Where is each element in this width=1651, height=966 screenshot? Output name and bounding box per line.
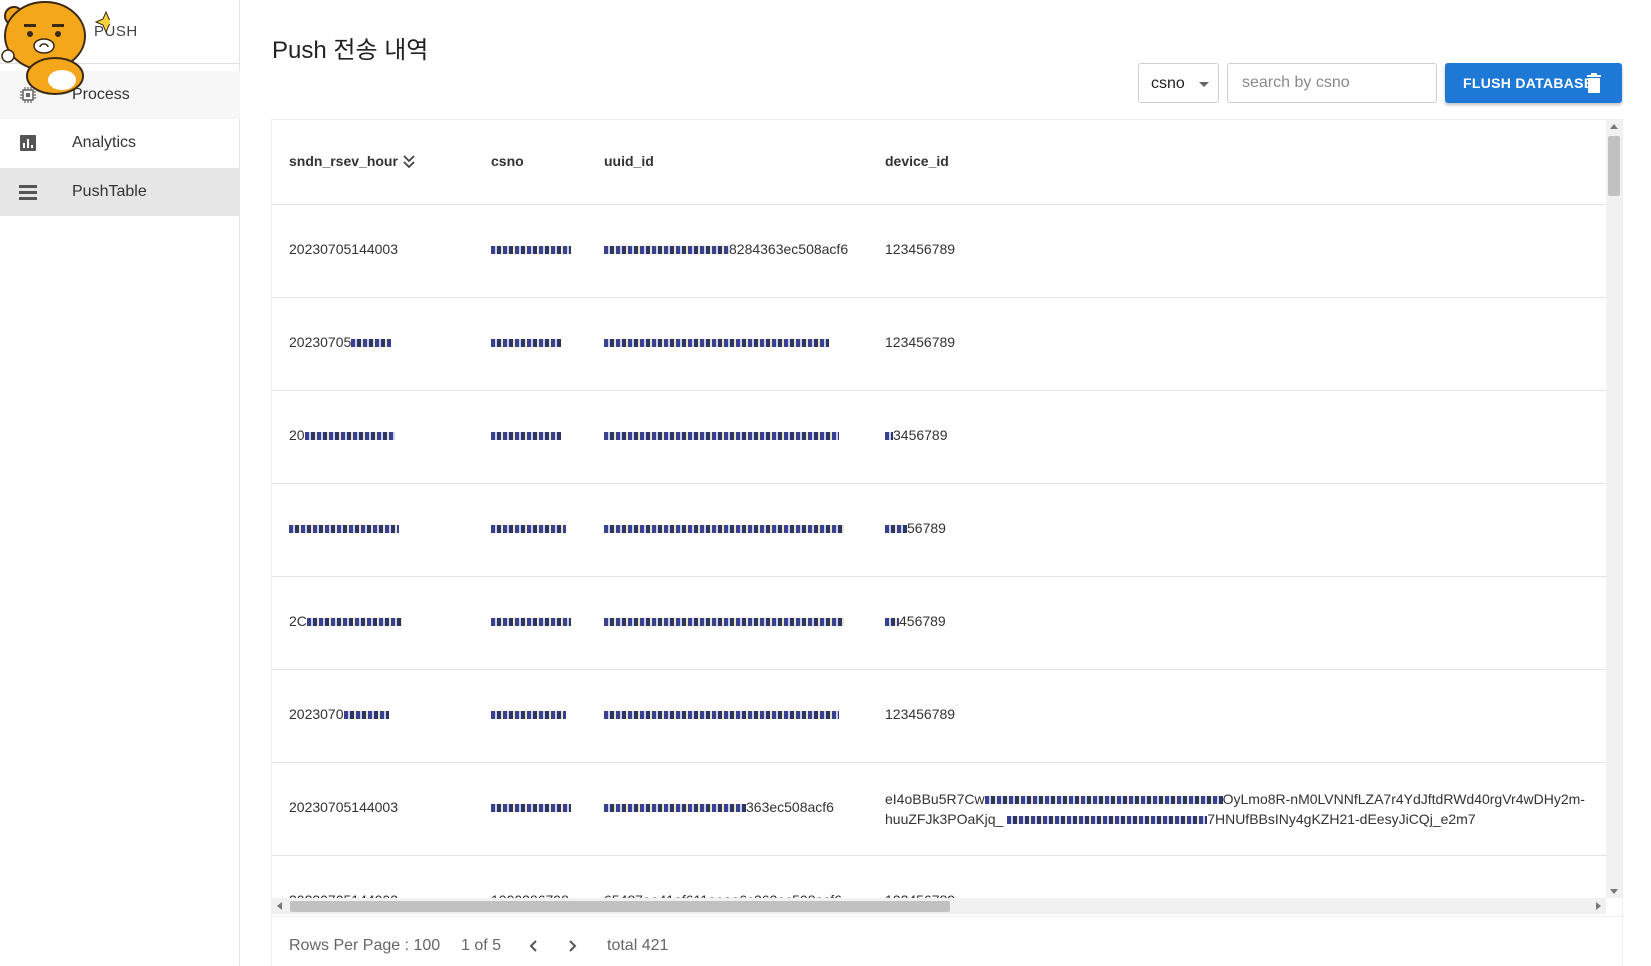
scroll-left-icon[interactable] [277,902,282,910]
cell-uuid [604,334,829,350]
table-row[interactable]: 20230705144003 363ec508acf6 eI4oBBu5R7Cw… [272,763,1606,856]
redacted-block [604,711,839,720]
cell-hour: 20 [289,427,395,443]
cell-device-id: 56789 [885,520,946,536]
redacted-block [885,432,893,441]
cell-uuid: 363ec508acf6 [604,799,834,815]
cell-hour: 20230705 [289,334,392,350]
rows-per-page[interactable]: Rows Per Page : 100 [289,937,440,955]
cell-csno [491,706,566,722]
cell-csno [491,241,571,257]
redacted-block [491,804,571,813]
table-row[interactable]: 56789 [272,484,1606,577]
redacted-block [351,339,392,348]
redacted-block [604,618,844,627]
redacted-block [491,432,561,441]
pagination: Rows Per Page : 100 1 of 5 total 421 [272,916,1622,966]
flush-database-button[interactable]: FLUSH DATABASE [1445,63,1622,103]
list-icon [19,185,37,200]
redacted-block [304,432,395,441]
cell-csno [491,799,571,815]
cell-csno [491,613,571,629]
select-value: csno [1151,75,1185,92]
cell-hour: 20230705144003 [289,241,399,257]
sort-descending-icon[interactable] [402,153,416,169]
sidebar-item-pushtable[interactable]: PushTable [0,168,240,216]
chevron-left-icon [529,940,537,952]
search-field-select[interactable]: csno [1138,63,1219,103]
redacted-block [491,711,566,720]
cell-csno [491,520,566,536]
dropdown-caret-icon [1199,82,1209,87]
cell-device-id: 123456789 [885,706,956,722]
cell-device-id: 123456789 [885,241,956,257]
cell-hour: 2C [289,613,402,629]
cell-hour [289,520,399,536]
cell-csno [491,334,561,350]
chevron-right-icon [569,940,577,952]
sidebar-item-analytics[interactable]: Analytics [0,119,240,167]
page-title: Push 전송 내역 [272,37,429,64]
search-input[interactable] [1227,63,1437,103]
next-page-button[interactable] [562,935,582,957]
redacted-block [885,525,907,534]
cell-uuid [604,520,844,536]
column-header-device-id[interactable]: device_id [885,153,949,169]
scroll-up-icon[interactable] [1610,124,1618,129]
cell-device-id: 123456789 [885,334,956,350]
cell-uuid [604,706,839,722]
sidebar-item-label: Analytics [72,134,137,151]
redacted-block [1007,816,1208,825]
prev-page-button[interactable] [524,935,544,957]
column-header-sndn-rsev-hour[interactable]: sndn_rsev_hour [289,153,398,169]
sidebar-item-label: PushTable [72,183,147,200]
push-table: sndn_rsev_hour csno uuid_id device_id 20… [271,119,1623,966]
redacted-block [604,525,844,534]
total-count: total 421 [607,937,669,954]
vertical-scrollbar[interactable] [1606,120,1622,898]
table-row[interactable]: 2C 456789 [272,577,1606,670]
cell-uuid [604,427,839,443]
cell-uuid: 8284363ec508acf6 [604,241,848,257]
redacted-block [491,339,561,348]
redacted-block [984,796,1223,805]
table-row[interactable]: 20230705144003 8284363ec508acf6 12345678… [272,205,1606,298]
sidebar: PUSH Process Analytics PushTable [0,0,240,966]
redacted-block [604,432,839,441]
bar-chart-icon [20,135,36,151]
column-header-uuid-id[interactable]: uuid_id [604,153,654,169]
table-row[interactable]: 2023070 123456789 [272,670,1606,763]
scroll-down-icon[interactable] [1610,889,1618,894]
cell-hour: 2023070 [289,706,389,722]
table-row[interactable]: 20 3456789 [272,391,1606,484]
vertical-scroll-thumb[interactable] [1608,136,1620,196]
table-row[interactable]: 20230705144003 1000386798 65487aa41af611… [272,856,1606,898]
cell-hour: 20230705144003 [289,799,399,815]
cell-device-id: eI4oBBu5R7Cw OyLmo8R-nM0LVNNfLZA7r4YdJftd… [885,791,1585,827]
redacted-block [491,246,571,255]
redacted-block [289,525,399,534]
flush-database-label: FLUSH DATABASE [1463,75,1594,91]
table-header: sndn_rsev_hour csno uuid_id device_id [272,120,1606,205]
redacted-block [343,711,389,720]
horizontal-scroll-thumb[interactable] [290,901,950,912]
redacted-block [604,339,829,348]
scroll-right-icon[interactable] [1596,902,1601,910]
redacted-block [885,618,899,627]
redacted-block [306,618,402,627]
table-row[interactable]: 20230705 123456789 [272,298,1606,391]
cell-uuid [604,613,844,629]
redacted-block [604,246,729,255]
ryan-mascot-icon [1,1,110,95]
horizontal-scrollbar[interactable] [272,898,1606,914]
page-info: 1 of 5 [461,937,502,954]
cell-csno [491,427,561,443]
redacted-block [604,804,746,813]
redacted-block [491,525,566,534]
cell-device-id: 456789 [885,613,946,629]
column-header-csno[interactable]: csno [491,153,524,169]
trash-icon [1587,73,1601,93]
cell-device-id: 3456789 [885,427,948,443]
redacted-block [491,618,571,627]
